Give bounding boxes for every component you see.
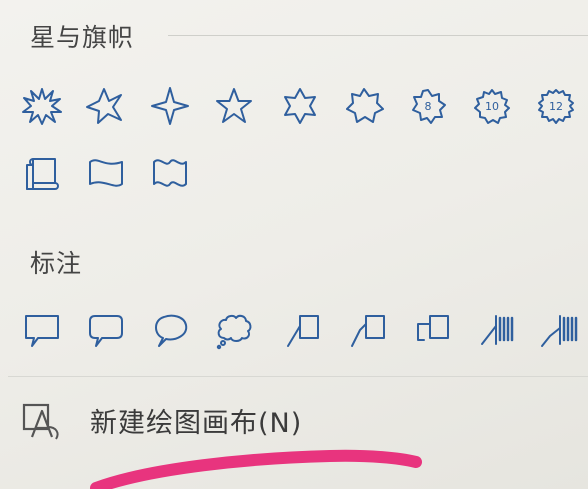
- shape-star-10-point[interactable]: 10: [472, 86, 512, 126]
- shape-wave-banner[interactable]: [86, 152, 126, 192]
- shape-line-callout-3[interactable]: [412, 310, 452, 350]
- shape-star-12-point[interactable]: 12: [536, 86, 576, 126]
- shape-star-6-point[interactable]: [280, 86, 320, 126]
- shape-scroll-vertical[interactable]: [22, 152, 62, 192]
- shape-star-8-point[interactable]: 8: [408, 86, 448, 126]
- section-title-stars: 星与旗帜: [30, 23, 135, 52]
- new-drawing-canvas-menu-item[interactable]: 新建绘图画布(N): [16, 392, 396, 448]
- shape-oval-callout[interactable]: [150, 310, 190, 350]
- shape-star-4-point-sparkle[interactable]: [150, 86, 190, 126]
- section-divider: [168, 35, 588, 36]
- shape-star-4-point[interactable]: [84, 86, 124, 126]
- star-8-point-label: 8: [425, 100, 432, 113]
- star-12-point-label: 12: [549, 100, 563, 113]
- canvas-pen-icon: [18, 397, 64, 443]
- shape-explosion-1[interactable]: [22, 86, 62, 126]
- menu-divider: [8, 376, 588, 377]
- shape-rounded-rect-callout[interactable]: [86, 310, 126, 350]
- shape-line-callout-1[interactable]: [284, 310, 324, 350]
- section-title-callouts: 标注: [30, 249, 83, 278]
- shape-line-callout-2[interactable]: [348, 310, 388, 350]
- shape-line-callout-accent-bar[interactable]: [476, 310, 516, 350]
- new-drawing-canvas-label: 新建绘图画布(N): [90, 407, 303, 439]
- shape-star-7-point[interactable]: [344, 86, 384, 126]
- shape-line-callout-accent-bar-2[interactable]: [540, 310, 580, 350]
- star-10-point-label: 10: [485, 100, 499, 113]
- shape-cloud-callout[interactable]: [214, 310, 254, 350]
- shape-star-5-point[interactable]: [214, 86, 254, 126]
- shape-rect-callout[interactable]: [22, 310, 62, 350]
- shape-double-wave-banner[interactable]: [150, 152, 190, 192]
